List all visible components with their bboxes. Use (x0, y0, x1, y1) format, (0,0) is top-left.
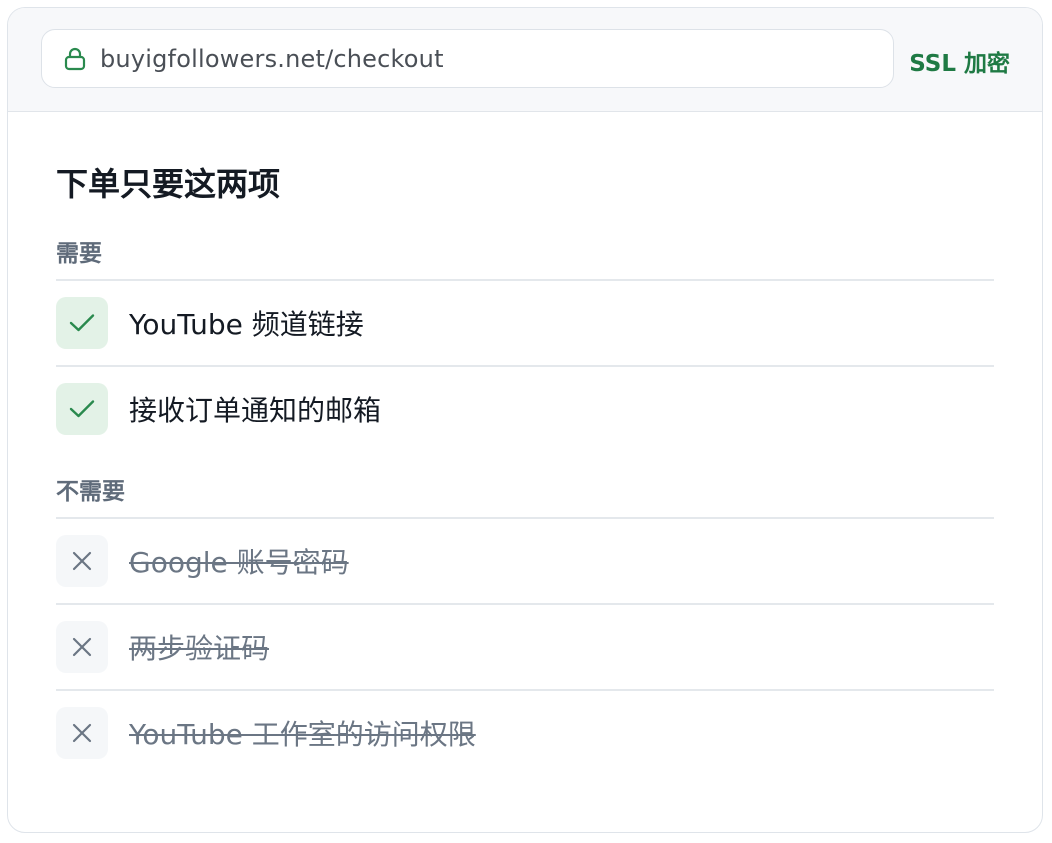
close-icon (56, 621, 108, 673)
close-icon (56, 707, 108, 759)
page-title: 下单只要这两项 (56, 165, 281, 203)
check-icon (56, 297, 108, 349)
checkout-card: buyigfollowers.net/checkout SSL 加密 下单只要这… (7, 7, 1043, 833)
close-icon (56, 535, 108, 587)
check-icon (56, 383, 108, 435)
lock-icon (63, 46, 87, 72)
section-label-not-required: 不需要 (56, 479, 125, 505)
list-item-text: 两步验证码 (129, 632, 270, 665)
list-item-text: 接收订单通知的邮箱 (129, 394, 382, 427)
list-item-text: YouTube 频道链接 (129, 308, 364, 341)
url-text: buyigfollowers.net/checkout (100, 44, 444, 73)
list-item-text: YouTube 工作室的访问权限 (129, 718, 476, 751)
browser-bar: buyigfollowers.net/checkout SSL 加密 (8, 8, 1042, 112)
ssl-badge: SSL 加密 (909, 51, 1010, 77)
required-list: YouTube 频道链接 接收订单通知的邮箱 (56, 279, 994, 451)
list-item-text: Google 账号密码 (129, 546, 349, 579)
not-required-list: Google 账号密码 两步验证码 YouTube 工作室的访问权限 (56, 517, 994, 775)
address-bar[interactable]: buyigfollowers.net/checkout (41, 29, 894, 88)
list-item: YouTube 频道链接 (56, 281, 994, 367)
list-item: YouTube 工作室的访问权限 (56, 691, 994, 775)
list-item: 接收订单通知的邮箱 (56, 367, 994, 451)
list-item: Google 账号密码 (56, 519, 994, 605)
main-content: 下单只要这两项 需要 YouTube 频道链接 接收订单通知的邮箱 不需要 Go… (8, 164, 1042, 775)
section-label-required: 需要 (56, 241, 102, 267)
list-item: 两步验证码 (56, 605, 994, 691)
